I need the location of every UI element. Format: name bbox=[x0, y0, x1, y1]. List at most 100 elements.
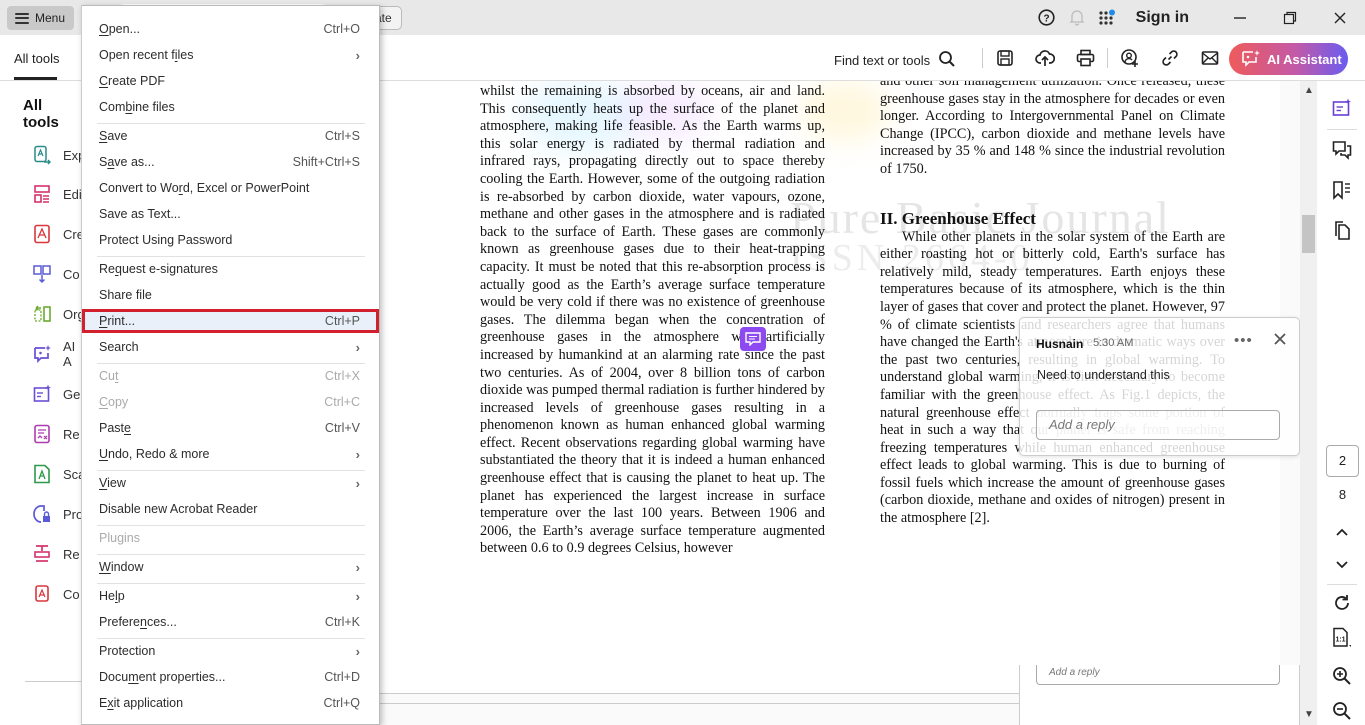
comments-icon[interactable] bbox=[1331, 139, 1353, 161]
menu-item-label: Help bbox=[99, 589, 125, 603]
menu-item-help[interactable]: Help › bbox=[82, 584, 379, 608]
ai-assistant-button[interactable]: AI Assistant bbox=[1229, 43, 1348, 75]
actual-size-icon[interactable]: 1:1 bbox=[1331, 627, 1353, 649]
menu-item-label: Plugins bbox=[99, 531, 140, 545]
menu-item-disable-new-acrobat-reader[interactable]: Disable new Acrobat Reader bbox=[82, 497, 379, 521]
tool-item-export-pdf[interactable]: Exp bbox=[33, 143, 85, 167]
tool-item-request-esign[interactable]: Re bbox=[33, 422, 80, 446]
menu-item-share-file[interactable]: Share file bbox=[82, 283, 379, 307]
restore-button[interactable] bbox=[1265, 0, 1315, 35]
menu-item-label: Disable new Acrobat Reader bbox=[99, 502, 258, 516]
tool-item-combine-files[interactable]: Co bbox=[33, 262, 80, 286]
tool-item-label: Co bbox=[63, 586, 80, 602]
chevron-right-icon: › bbox=[355, 446, 360, 462]
page-up-icon[interactable] bbox=[1331, 521, 1353, 543]
apps-icon[interactable] bbox=[1092, 0, 1122, 35]
export-pdf-icon bbox=[33, 145, 51, 165]
generative-edit-icon[interactable] bbox=[1331, 97, 1353, 119]
comment-text: Need to understand this bbox=[1037, 368, 1170, 382]
right-rail: 2 8 1:1 bbox=[1317, 81, 1365, 725]
pages-icon[interactable] bbox=[1331, 219, 1353, 241]
link-icon[interactable] bbox=[1150, 45, 1190, 71]
menu-item-save-as[interactable]: Save as... Shift+Ctrl+S bbox=[82, 150, 379, 174]
paragraph: and other soil management utilization. O… bbox=[880, 81, 1225, 177]
upload-cloud-icon[interactable] bbox=[1025, 45, 1065, 71]
menu-item-label: Open recent files bbox=[99, 48, 194, 62]
menu-item-protection[interactable]: Protection › bbox=[82, 639, 379, 663]
combine-files-icon bbox=[33, 264, 51, 284]
paragraph: whilst the remaining is absorbed by ocea… bbox=[480, 83, 825, 557]
tool-item-generative-summary[interactable]: Ge bbox=[33, 382, 80, 406]
tool-item-redact-pdf[interactable]: Re bbox=[33, 542, 80, 566]
tool-item-label: Re bbox=[63, 546, 80, 562]
menu-item-exit-application[interactable]: Exit application Ctrl+Q bbox=[82, 691, 379, 715]
section-heading: II. Greenhouse Effect bbox=[880, 208, 1036, 228]
reply-input[interactable]: Add a reply bbox=[1036, 410, 1280, 440]
menu-item-label: View bbox=[99, 476, 126, 490]
comment-marker-icon[interactable] bbox=[740, 327, 766, 351]
zoom-out-icon[interactable] bbox=[1331, 700, 1353, 722]
tool-item-edit-pdf[interactable]: Edi bbox=[33, 182, 82, 206]
menu-item-preferences[interactable]: Preferences... Ctrl+K bbox=[82, 610, 379, 634]
tool-item-scan-ocr[interactable]: Sca bbox=[33, 462, 85, 486]
tool-item-organize-pages[interactable]: Org bbox=[33, 302, 85, 326]
menu-item-open-recent-files[interactable]: Open recent files › bbox=[82, 43, 379, 67]
scroll-up-icon[interactable]: ▲ bbox=[1304, 85, 1314, 96]
menu-item-window[interactable]: Window › bbox=[82, 555, 379, 579]
menu-item-view[interactable]: View › bbox=[82, 471, 379, 495]
tool-item-ai-assistant[interactable]: AI A bbox=[33, 339, 82, 369]
rotate-icon[interactable] bbox=[1331, 592, 1353, 614]
menu-item-open[interactable]: Open... Ctrl+O bbox=[82, 17, 379, 41]
tool-item-compress-pdf[interactable]: Co bbox=[33, 582, 80, 606]
print-icon[interactable] bbox=[1065, 45, 1105, 71]
menu-item-convert-to-word-excel-or-powerpoint[interactable]: Convert to Word, Excel or PowerPoint bbox=[82, 176, 379, 200]
reply-input[interactable]: Add a reply bbox=[1036, 665, 1280, 685]
comment-popup[interactable]: Husnain 5:30 AM ••• Need to understand t… bbox=[1019, 317, 1300, 456]
scroll-down-icon[interactable]: ▼ bbox=[1304, 709, 1314, 720]
zoom-in-icon[interactable] bbox=[1331, 665, 1353, 687]
tool-item-create-pdf[interactable]: Cre bbox=[33, 222, 84, 246]
menu-item-combine-files[interactable]: Combine files bbox=[82, 95, 379, 119]
save-icon[interactable] bbox=[985, 45, 1025, 71]
chevron-right-icon: › bbox=[355, 643, 360, 659]
menu-item-search[interactable]: Search › bbox=[82, 335, 379, 359]
menu-button[interactable]: Menu bbox=[7, 6, 74, 30]
scan-ocr-icon bbox=[33, 464, 51, 484]
sign-in-button[interactable]: Sign in bbox=[1136, 9, 1189, 27]
menu-item-print[interactable]: Print... Ctrl+P bbox=[82, 309, 379, 333]
vertical-scrollbar[interactable]: ▲ ▼ bbox=[1300, 81, 1317, 725]
page-down-icon[interactable] bbox=[1331, 554, 1353, 576]
search-icon bbox=[938, 50, 956, 71]
menu-item-undo-redo-more[interactable]: Undo, Redo & more › bbox=[82, 442, 379, 466]
menu-item-shortcut: Shift+Ctrl+S bbox=[292, 155, 360, 169]
generative-summary-icon bbox=[33, 384, 51, 404]
tab-all-tools[interactable]: All tools bbox=[14, 51, 60, 66]
menu-item-request-e-signatures[interactable]: Request e-signatures bbox=[82, 257, 379, 281]
minimize-button[interactable] bbox=[1215, 0, 1265, 35]
menu-item-protect-using-password[interactable]: Protect Using Password bbox=[82, 228, 379, 252]
menu-item-document-properties[interactable]: Document properties... Ctrl+D bbox=[82, 665, 379, 689]
bookmarks-icon[interactable] bbox=[1331, 179, 1353, 201]
share-person-icon[interactable] bbox=[1110, 45, 1150, 71]
close-window-button[interactable] bbox=[1315, 0, 1365, 35]
close-icon[interactable] bbox=[1274, 332, 1286, 350]
menu-item-shortcut: Ctrl+P bbox=[324, 314, 360, 328]
menu-item-paste[interactable]: Paste Ctrl+V bbox=[82, 416, 379, 440]
tool-item-protect-pdf[interactable]: Pro bbox=[33, 502, 83, 526]
menu-item-create-pdf[interactable]: Create PDF bbox=[82, 69, 379, 93]
scroll-thumb[interactable] bbox=[1302, 215, 1315, 253]
comment-popup-secondary[interactable]: Add a reply bbox=[1019, 665, 1300, 725]
menu-item-label: Document properties... bbox=[99, 670, 226, 684]
request-esign-icon bbox=[33, 424, 51, 444]
more-options-icon[interactable]: ••• bbox=[1234, 332, 1253, 349]
menu-item-shortcut: Ctrl+V bbox=[324, 421, 360, 435]
page-separator bbox=[380, 703, 1020, 704]
menu-item-save-as-text[interactable]: Save as Text... bbox=[82, 202, 379, 226]
bell-icon[interactable] bbox=[1062, 0, 1092, 35]
mail-icon[interactable] bbox=[1190, 45, 1230, 71]
menu-item-label: Save as... bbox=[99, 155, 155, 169]
current-page-input[interactable]: 2 bbox=[1326, 445, 1359, 477]
find-text-or-tools[interactable]: Find text or tools bbox=[834, 50, 956, 71]
help-icon[interactable]: ? bbox=[1032, 0, 1062, 35]
menu-item-save[interactable]: Save Ctrl+S bbox=[82, 124, 379, 148]
